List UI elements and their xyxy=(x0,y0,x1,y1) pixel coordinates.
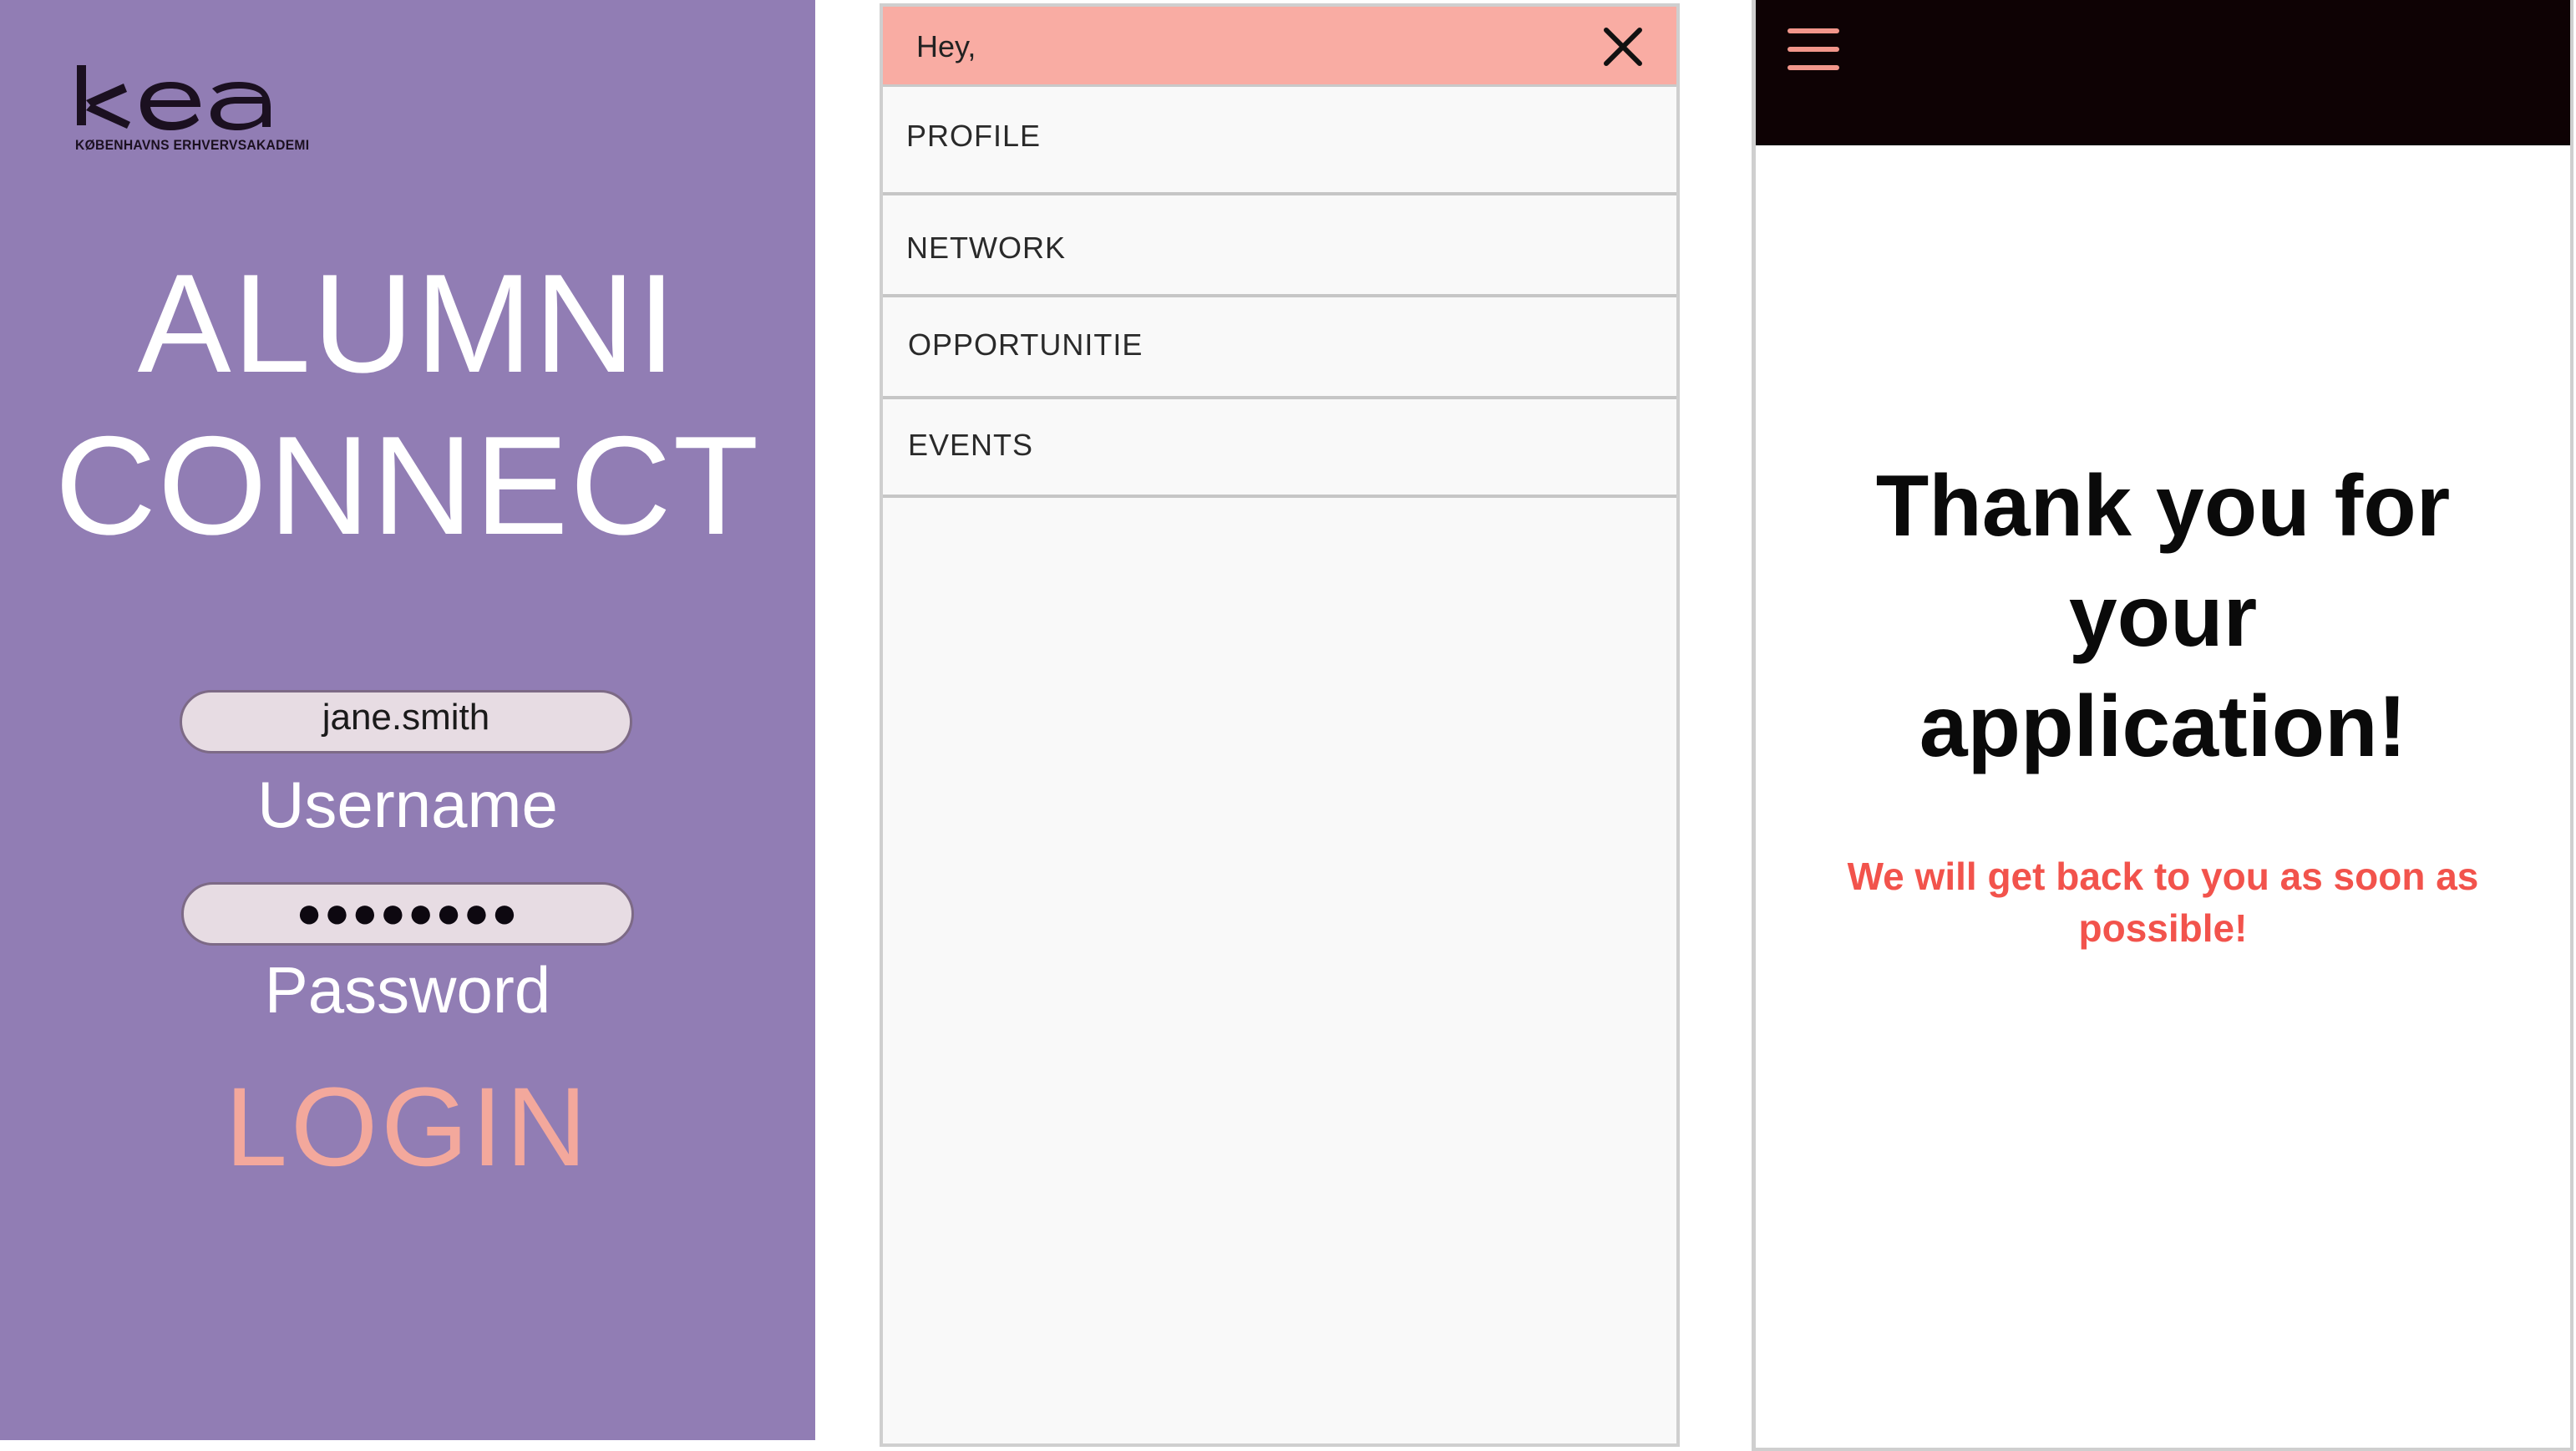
close-icon[interactable] xyxy=(1601,25,1645,68)
menu-item-network[interactable]: NETWORK xyxy=(883,195,1676,297)
menu-greeting: Hey, xyxy=(916,29,976,63)
menu-item-label: NETWORK xyxy=(906,231,1066,265)
username-input[interactable]: jane.smith xyxy=(180,690,632,753)
kea-logo-mark xyxy=(77,65,271,130)
menu-header: Hey, xyxy=(883,7,1676,87)
app-title-line-1: ALUMNI xyxy=(137,245,678,402)
app-title: ALUMNI CONNECT xyxy=(0,242,815,566)
login-screen: KØBENHAVNS ERHVERVSAKADEMI ALUMNI CONNEC… xyxy=(0,0,815,1440)
top-bar xyxy=(1756,0,2570,145)
screens-canvas: KØBENHAVNS ERHVERVSAKADEMI ALUMNI CONNEC… xyxy=(0,0,2576,1451)
confirmation-screen: Thank you for your application! We will … xyxy=(1752,0,2573,1451)
login-button[interactable]: LOGIN xyxy=(0,1061,815,1195)
confirmation-message: We will get back to you as soon as possi… xyxy=(1847,855,2479,950)
confirmation-heading: Thank you for your application! xyxy=(1875,458,2451,775)
menu-item-events[interactable]: EVENTS xyxy=(883,399,1676,498)
username-label: Username xyxy=(257,768,558,841)
menu-item-opportunities[interactable]: OPPORTUNITIE xyxy=(883,297,1676,399)
hamburger-menu-icon[interactable] xyxy=(1787,28,1839,70)
password-label: Password xyxy=(264,953,551,1027)
kea-logo-subtitle: KØBENHAVNS ERHVERVSAKADEMI xyxy=(75,137,310,153)
kea-logo: KØBENHAVNS ERHVERVSAKADEMI xyxy=(74,60,324,160)
menu-item-profile[interactable]: PROFILE xyxy=(883,87,1676,195)
menu-screen: Hey, PROFILE NETWORK OPPORTUNITIE EVENTS xyxy=(880,3,1680,1447)
password-input[interactable]: ●●●●●●●● xyxy=(181,882,634,946)
menu-item-label: OPPORTUNITIE xyxy=(908,327,1143,362)
menu-item-label: PROFILE xyxy=(906,119,1042,153)
menu-item-label: EVENTS xyxy=(908,428,1034,462)
app-title-line-2: CONNECT xyxy=(54,407,761,564)
